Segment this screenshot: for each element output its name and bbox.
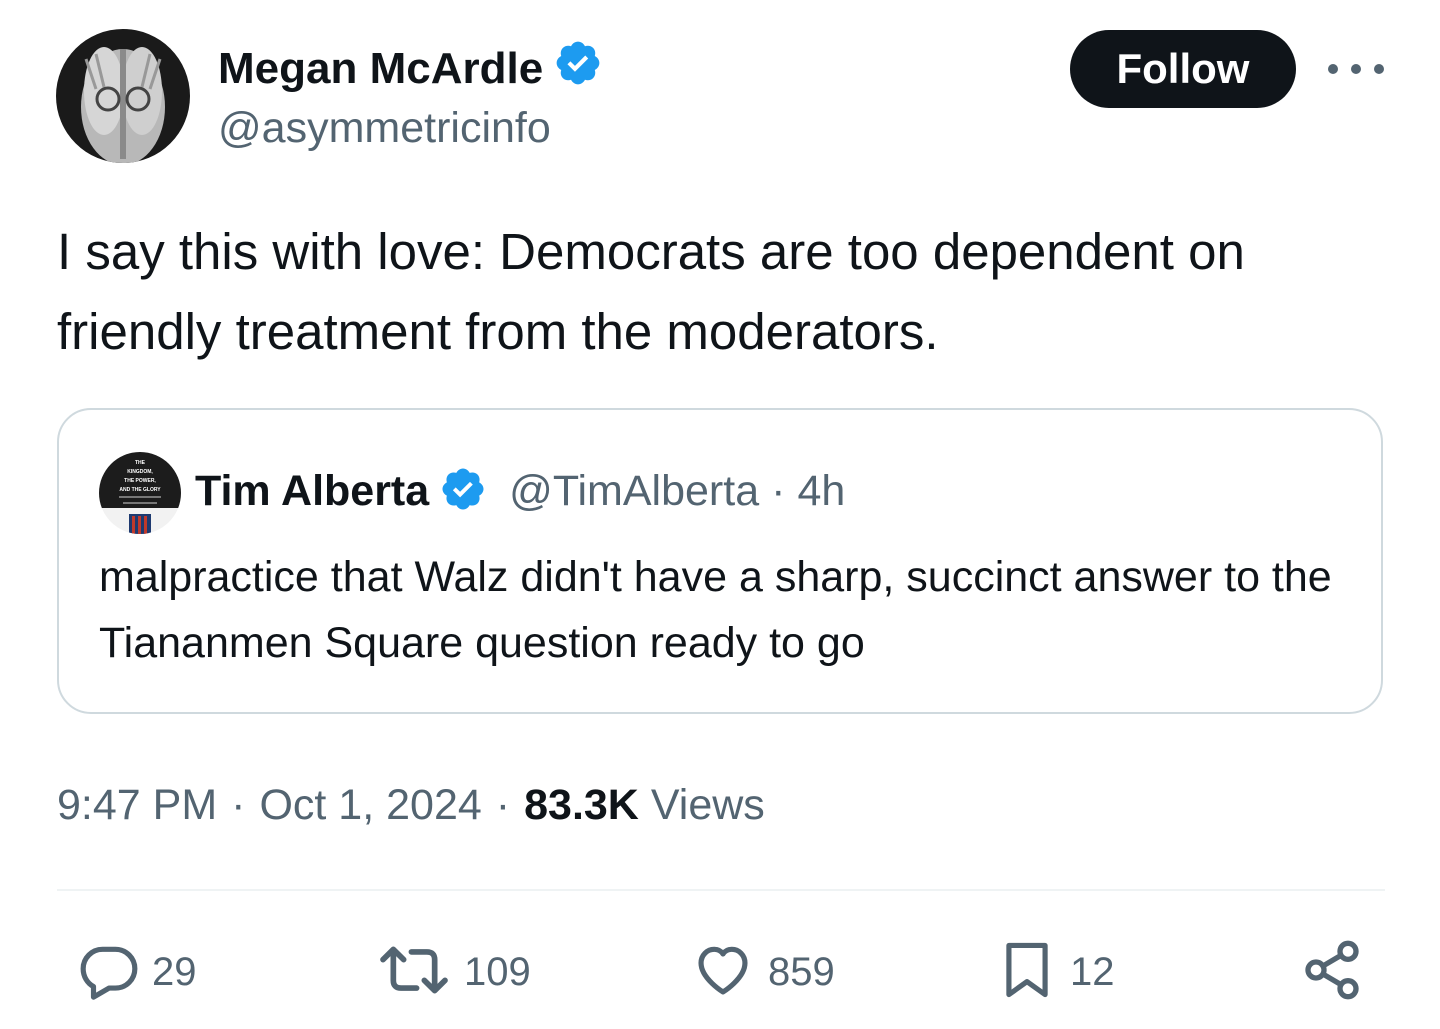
- author-name[interactable]: Megan McArdle: [218, 44, 543, 94]
- quote-text: malpractice that Walz didn't have a shar…: [99, 553, 1332, 667]
- repost-icon[interactable]: [376, 939, 452, 1006]
- quote-author-name[interactable]: Tim Alberta: [195, 467, 429, 516]
- follow-button[interactable]: Follow: [1070, 30, 1296, 108]
- views-count[interactable]: 83.3K: [524, 781, 639, 830]
- quote-author-avatar[interactable]: THE KINGDOM, THE POWER, AND THE GLORY: [99, 452, 181, 534]
- author-avatar[interactable]: [56, 29, 190, 163]
- like-count: 859: [768, 949, 835, 994]
- bookmark-icon[interactable]: [996, 937, 1058, 1008]
- tweet-time[interactable]: 9:47 PM: [57, 781, 217, 830]
- repost-button[interactable]: 109: [376, 935, 531, 1009]
- reply-count: 29: [152, 949, 197, 994]
- quoted-tweet-card[interactable]: THE KINGDOM, THE POWER, AND THE GLORY Ti…: [57, 408, 1383, 714]
- quote-avatar-line-3: THE POWER,: [124, 478, 156, 484]
- reply-icon[interactable]: [78, 939, 140, 1006]
- more-icon[interactable]: [1328, 60, 1384, 78]
- divider: [57, 889, 1385, 891]
- tweet-date[interactable]: Oct 1, 2024: [259, 781, 481, 830]
- bookmark-count: 12: [1070, 949, 1115, 994]
- quote-avatar-line-4: AND THE GLORY: [119, 487, 161, 493]
- author-name-row[interactable]: Megan McArdle: [218, 38, 603, 99]
- tweet-text: I say this with love: Democrats are too …: [57, 223, 1245, 360]
- bookmark-button[interactable]: 12: [996, 935, 1115, 1009]
- meta-separator: ·: [495, 780, 511, 829]
- tweet-meta: 9:47 PM · Oct 1, 2024 · 83.3K Views: [57, 775, 765, 835]
- meta-separator: ·: [231, 780, 246, 829]
- verified-badge-icon[interactable]: [553, 38, 603, 99]
- repost-count: 109: [464, 949, 531, 994]
- reply-button[interactable]: 29: [78, 935, 197, 1009]
- share-icon[interactable]: [1300, 938, 1364, 1007]
- quote-timestamp[interactable]: 4h: [797, 467, 845, 516]
- views-label: Views: [650, 780, 765, 829]
- quote-header: Tim Alberta @TimAlberta · 4h: [195, 464, 845, 518]
- quote-avatar-line-2: KINGDOM,: [127, 469, 153, 475]
- quote-separator: ·: [771, 466, 786, 515]
- author-handle[interactable]: @asymmetricinfo: [218, 104, 551, 153]
- like-icon[interactable]: [690, 939, 756, 1006]
- verified-badge-icon[interactable]: [439, 465, 487, 518]
- quote-avatar-line-1: THE: [135, 460, 146, 466]
- like-button[interactable]: 859: [690, 935, 835, 1009]
- quote-author-handle[interactable]: @TimAlberta: [509, 467, 759, 516]
